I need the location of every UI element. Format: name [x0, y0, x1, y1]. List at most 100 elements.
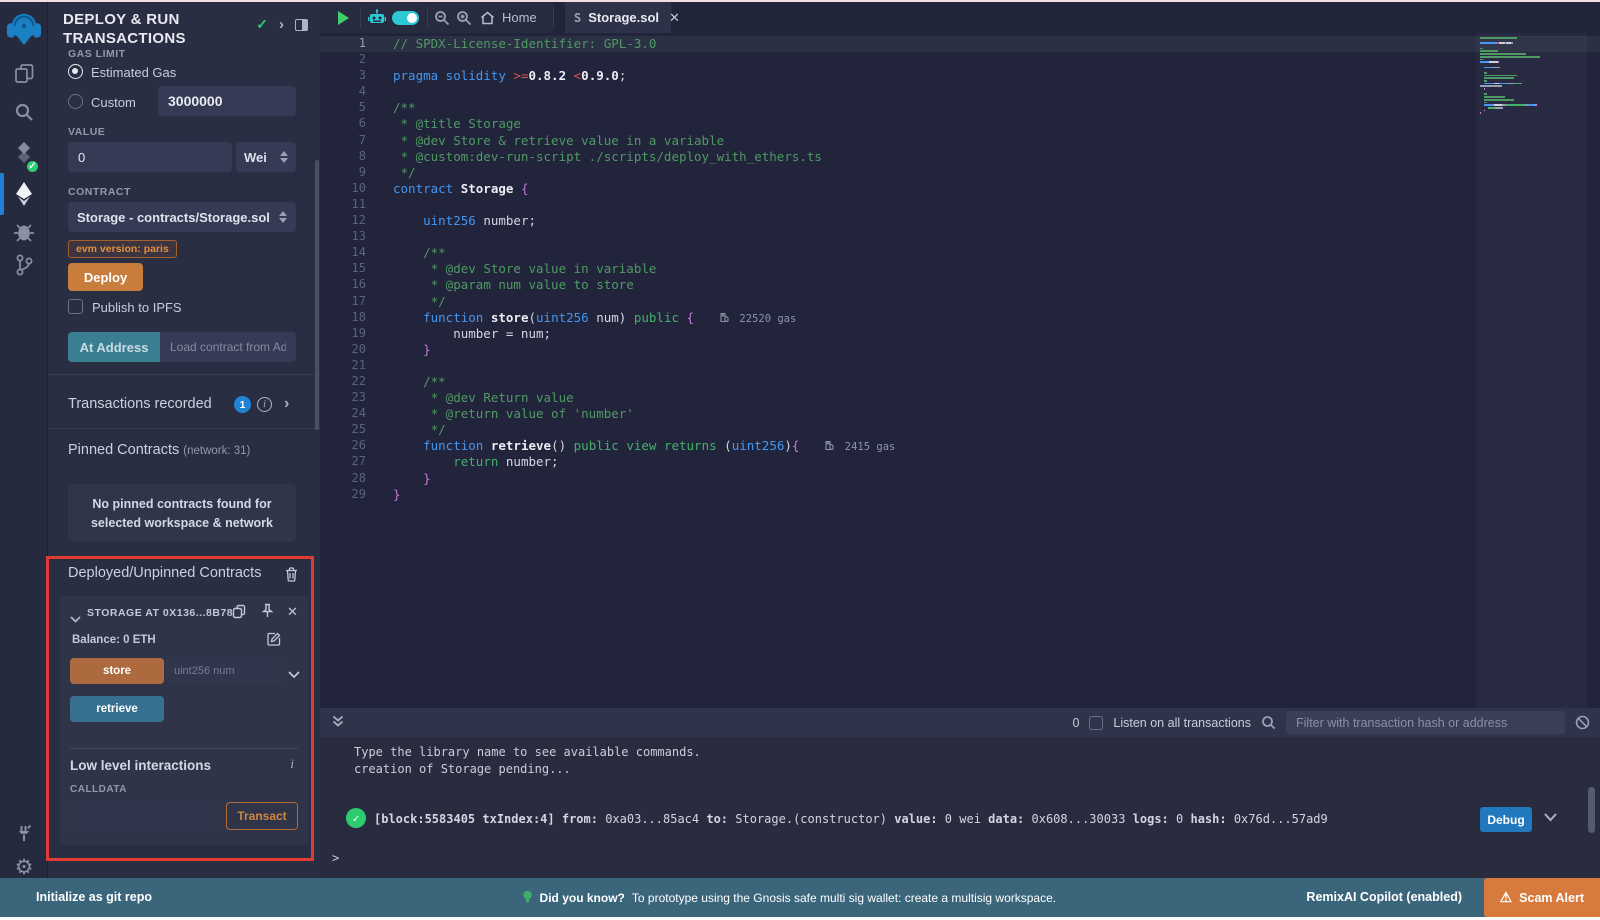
value-input[interactable] [68, 142, 232, 172]
terminal-filter-input[interactable] [1286, 711, 1565, 734]
at-address-button[interactable]: At Address [68, 332, 160, 362]
minimap-content [1476, 33, 1587, 114]
contract-instance-label[interactable]: STORAGE AT 0X136...8B78 [87, 607, 233, 619]
home-icon [480, 11, 495, 25]
tab-storage-sol[interactable]: S Storage.sol ✕ [565, 2, 671, 33]
panel-scrollbar[interactable] [315, 160, 319, 430]
warning-icon: ⚠ [1500, 889, 1513, 906]
publish-ipfs-checkbox[interactable] [68, 299, 83, 314]
copilot-status[interactable]: RemixAI Copilot (enabled) [1306, 890, 1462, 904]
deploy-run-icon[interactable] [0, 180, 48, 208]
calldata-input[interactable] [70, 802, 218, 830]
zoom-out-icon[interactable] [434, 10, 450, 31]
editor-tabbar: Home S Storage.sol ✕ [320, 2, 1600, 33]
debugger-icon[interactable] [0, 218, 48, 244]
terminal-scrollbar[interactable] [1588, 787, 1595, 833]
tip-text: To prototype using the Gnosis safe multi… [632, 891, 1056, 905]
transactions-expand-icon[interactable]: › [284, 395, 289, 413]
remix-ide-window: ✓ [0, 0, 1600, 920]
icon-rail: ✓ [0, 2, 48, 878]
balance-label: Balance: 0 ETH [72, 634, 156, 646]
terminal-bar: 0 Listen on all transactions [320, 708, 1600, 737]
tab-close-icon[interactable]: ✕ [669, 10, 680, 26]
terminal-output[interactable]: Type the library name to see available c… [320, 737, 1600, 878]
updown-arrows-icon [280, 151, 288, 163]
window-top-edge [0, 0, 1600, 2]
publish-ipfs-label: Publish to IPFS [92, 300, 182, 315]
scam-alert-button[interactable]: ⚠ Scam Alert [1484, 878, 1600, 917]
tip-label: Did you know? [540, 891, 625, 905]
remove-contract-icon[interactable]: ✕ [287, 604, 298, 620]
solidity-compiler-icon[interactable]: ✓ [0, 140, 48, 170]
estimated-gas-radio[interactable] [68, 64, 83, 79]
tx-success-icon: ✓ [346, 808, 366, 828]
solidity-file-icon: S [574, 11, 581, 25]
remix-logo-icon[interactable] [0, 10, 48, 48]
deployed-contract-card: STORAGE AT 0X136...8B78 ✕ Balance: 0 ETH [60, 596, 308, 845]
ai-copilot-robot-icon[interactable] [368, 9, 386, 31]
custom-gas-radio[interactable] [68, 94, 83, 109]
deploy-run-panel: DEPLOY & RUN TRANSACTIONS ✓ › GAS LIMIT … [48, 2, 320, 878]
value-unit-select[interactable]: Wei [236, 142, 296, 172]
git-icon[interactable] [0, 252, 48, 278]
value-unit: Wei [244, 150, 267, 165]
edit-balance-icon[interactable] [267, 632, 281, 651]
pinned-empty-line1: No pinned contracts found for [68, 495, 296, 514]
main-area: Home S Storage.sol ✕ 1234567891011121314… [320, 2, 1600, 878]
clear-console-icon[interactable] [1575, 715, 1590, 730]
tx-log-expand-icon[interactable] [1544, 811, 1557, 825]
panel-title: DEPLOY & RUN TRANSACTIONS [63, 10, 248, 48]
transactions-info-icon[interactable]: i [257, 397, 272, 412]
pin-contract-icon[interactable] [261, 603, 274, 623]
terminal-message: creation of Storage pending... [354, 762, 571, 776]
file-explorer-icon[interactable] [0, 62, 48, 86]
deploy-button[interactable]: Deploy [68, 263, 143, 291]
git-init-status[interactable]: Initialize as git repo [36, 890, 152, 904]
scam-alert-label: Scam Alert [1519, 891, 1584, 905]
listen-all-checkbox[interactable] [1089, 716, 1103, 730]
code-editor[interactable]: 1234567891011121314151617181920212223242… [320, 33, 1600, 708]
gas-limit-label: GAS LIMIT [68, 48, 126, 60]
home-tab-label: Home [502, 10, 537, 25]
retrieve-function-button[interactable]: retrieve [70, 696, 164, 722]
contract-selected: Storage - contracts/Storage.sol [77, 210, 270, 225]
low-level-info-icon[interactable]: i [290, 756, 294, 772]
pin-panel-icon[interactable] [295, 19, 308, 31]
terminal-expand-icon[interactable] [332, 714, 344, 732]
expand-params-icon[interactable] [288, 666, 300, 684]
search-icon[interactable] [0, 100, 48, 124]
evm-version-badge: evm version: paris [68, 240, 177, 258]
listen-all-label: Listen on all transactions [1113, 716, 1251, 730]
lightbulb-icon [523, 890, 533, 905]
estimated-gas-label: Estimated Gas [91, 65, 176, 80]
value-label: VALUE [68, 126, 105, 138]
zoom-in-icon[interactable] [456, 10, 472, 31]
custom-gas-label: Custom [91, 95, 136, 110]
copilot-toggle[interactable] [392, 11, 419, 25]
status-bar: Initialize as git repo Did you know? To … [0, 878, 1600, 917]
tx-log-text[interactable]: [block:5583405 txIndex:4] from: 0xa03...… [374, 812, 1470, 826]
terminal-search-icon [1261, 715, 1276, 730]
editor-minimap[interactable] [1476, 33, 1587, 708]
store-function-button[interactable]: store [70, 658, 164, 684]
terminal-message: Type the library name to see available c… [354, 745, 701, 759]
code-lines: // SPDX-License-Identifier: GPL-3.0pragm… [375, 36, 1600, 503]
home-tab[interactable]: Home [480, 2, 537, 33]
tab-label: Storage.sol [588, 10, 659, 25]
store-param-input[interactable] [166, 658, 282, 684]
plugin-manager-icon[interactable] [0, 820, 48, 846]
panel-forward-icon[interactable]: › [279, 16, 284, 33]
clear-deployed-trash-icon[interactable] [285, 567, 298, 587]
collapse-contract-icon[interactable] [70, 610, 81, 628]
contract-select[interactable]: Storage - contracts/Storage.sol [68, 202, 296, 232]
terminal-prompt[interactable]: > [332, 851, 339, 865]
custom-gas-input[interactable] [158, 86, 296, 116]
transact-button[interactable]: Transact [226, 802, 298, 830]
network-label: (network: 31) [183, 445, 250, 457]
pinned-empty-line2: selected workspace & network [68, 514, 296, 533]
at-address-input[interactable] [160, 332, 296, 362]
settings-gear-icon[interactable]: ⚙ [0, 854, 48, 880]
run-script-play-icon[interactable] [338, 11, 349, 25]
debug-button[interactable]: Debug [1480, 807, 1532, 832]
copy-address-icon[interactable] [232, 604, 246, 624]
